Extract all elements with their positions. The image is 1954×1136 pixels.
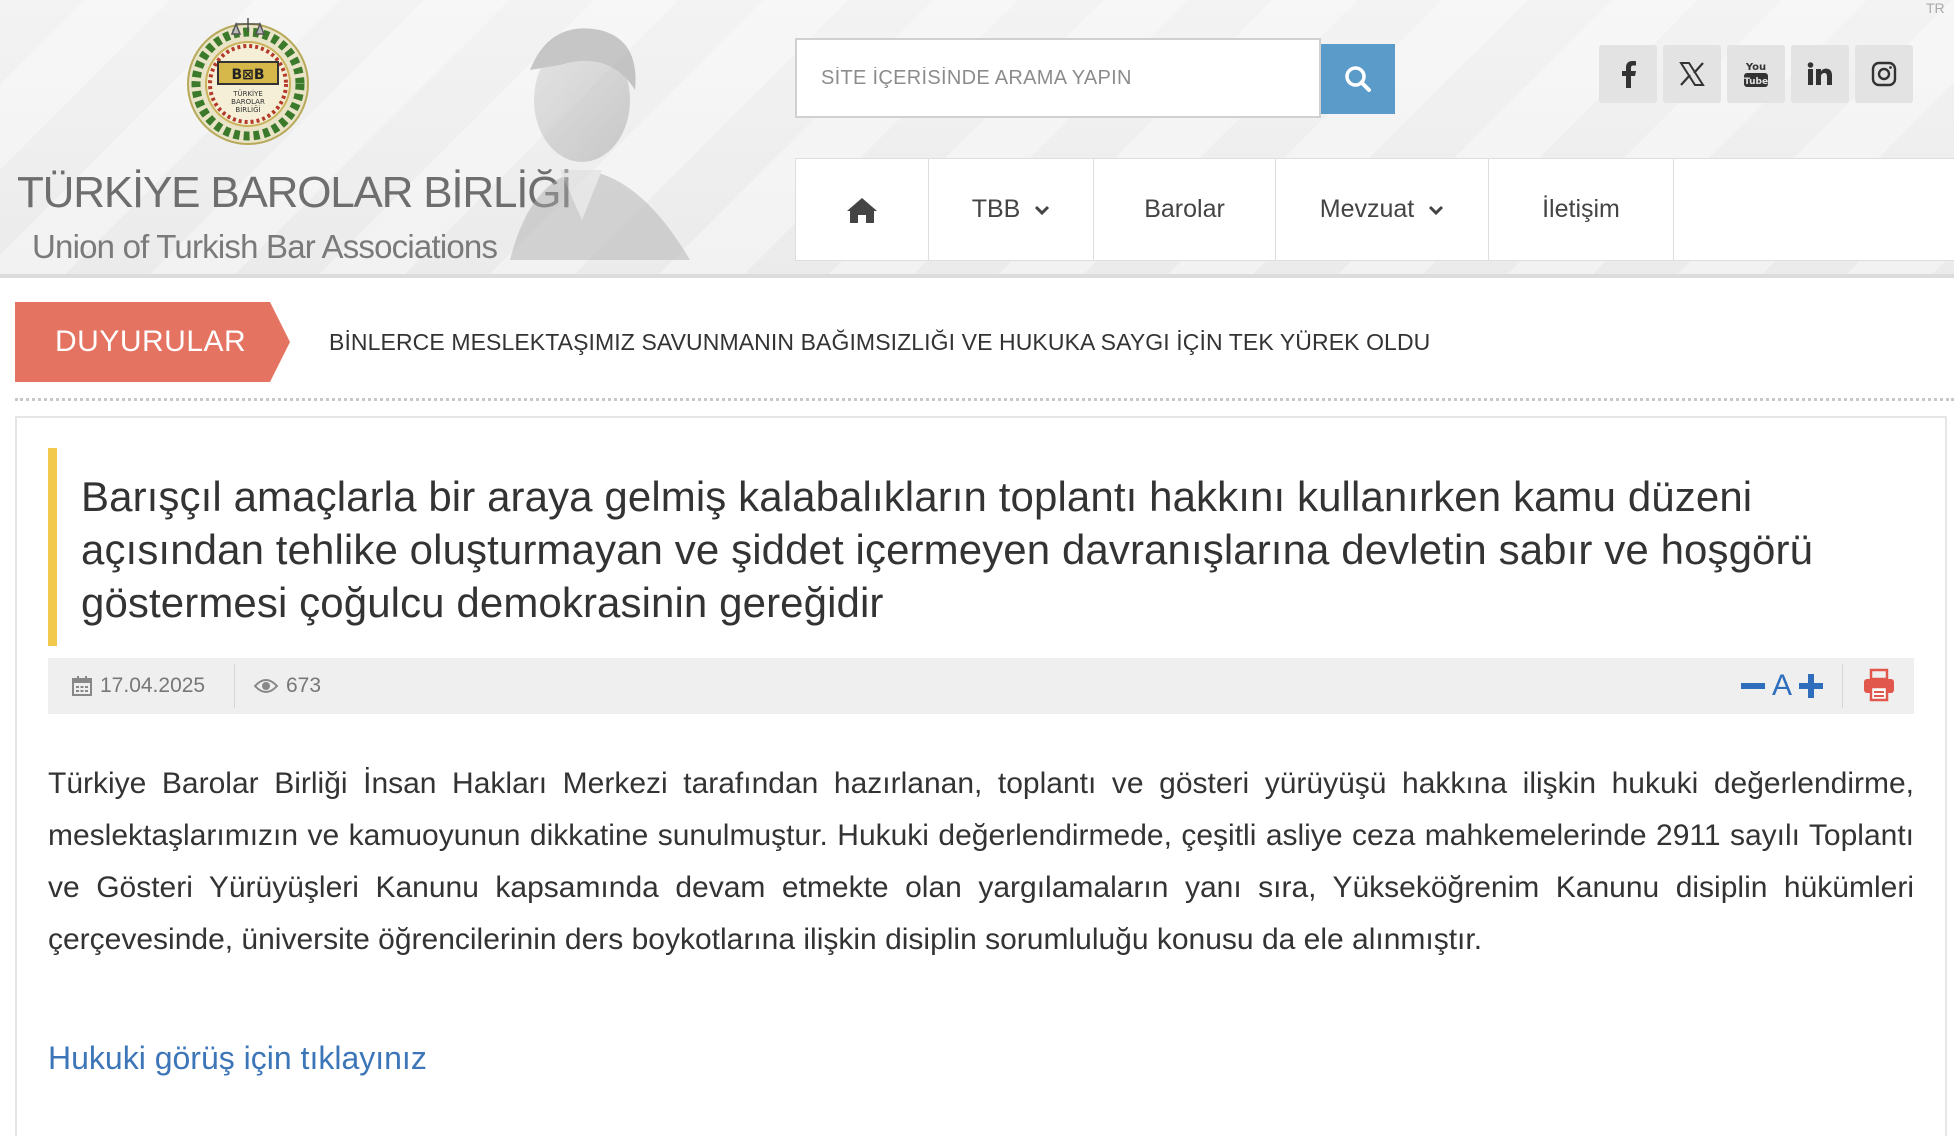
meta-divider: [1842, 664, 1843, 708]
bar-association-emblem: B⊠B TÜRKİYE BAROLAR BİRLİĞİ: [187, 18, 309, 145]
ataturk-portrait: [510, 28, 690, 260]
instagram-icon[interactable]: [1855, 45, 1913, 103]
search-icon: [1345, 66, 1371, 92]
article-card: Barışçıl amaçlarla bir araya gelmiş kala…: [15, 416, 1947, 1136]
main-navigation: TBB Barolar Mevzuat İletişim: [795, 158, 1954, 261]
meta-divider: [234, 664, 235, 708]
youtube-icon[interactable]: You Tube: [1727, 45, 1785, 103]
eye-icon: [254, 679, 278, 693]
article-title: Barışçıl amaçlarla bir araya gelmiş kala…: [81, 473, 1814, 626]
svg-text:Tube: Tube: [1744, 77, 1768, 87]
x-icon[interactable]: [1663, 45, 1721, 103]
nav-barolar-label: Barolar: [1144, 195, 1225, 223]
announcement-tag-arrow: [270, 302, 290, 382]
social-links: You Tube: [1599, 45, 1913, 103]
chevron-down-icon: [1035, 205, 1050, 215]
nav-iletisim-label: İletişim: [1542, 195, 1620, 223]
nav-mevzuat[interactable]: Mevzuat: [1276, 159, 1489, 260]
search-button[interactable]: [1321, 44, 1395, 114]
site-logo[interactable]: B⊠B TÜRKİYE BAROLAR BİRLİĞİ TÜRKİYE BARO…: [14, 10, 573, 265]
dotted-divider: [15, 398, 1954, 401]
article-date: 17.04.2025: [72, 658, 205, 714]
font-size-label: A: [1772, 669, 1793, 702]
home-icon: [847, 197, 877, 223]
article-date-value: 17.04.2025: [100, 674, 206, 697]
brand-name-turkish: TÜRKİYE BAROLAR BİRLİĞİ: [17, 168, 573, 217]
announcement-headline-link[interactable]: BİNLERCE MESLEKTAŞIMIZ SAVUNMANIN BAĞIMS…: [329, 302, 1430, 382]
svg-text:B⊠B: B⊠B: [231, 67, 264, 83]
nav-barolar[interactable]: Barolar: [1094, 159, 1276, 260]
print-button[interactable]: [1862, 668, 1898, 704]
article-body: Türkiye Barolar Birliği İnsan Hakları Me…: [48, 767, 1914, 956]
font-size-controls: A: [1738, 666, 1826, 706]
increase-font-button[interactable]: [1796, 671, 1826, 701]
search-input[interactable]: [797, 40, 1319, 116]
svg-text:You: You: [1745, 62, 1766, 73]
chevron-down-icon: [1429, 205, 1444, 215]
svg-text:TÜRKİYE: TÜRKİYE: [232, 89, 263, 98]
calendar-icon: [72, 676, 92, 696]
svg-text:BAROLAR: BAROLAR: [231, 98, 265, 106]
announcement-bar: DUYURULAR BİNLERCE MESLEKTAŞIMIZ SAVUNMA…: [15, 302, 1954, 382]
svg-text:BİRLİĞİ: BİRLİĞİ: [235, 105, 260, 114]
nav-iletisim[interactable]: İletişim: [1489, 159, 1674, 260]
minus-icon: [1741, 683, 1765, 689]
nav-tbb-label: TBB: [971, 195, 1021, 223]
announcement-tag: DUYURULAR: [15, 302, 270, 382]
article-meta-bar: 17.04.2025 673 A: [48, 658, 1914, 714]
linkedin-icon[interactable]: [1791, 45, 1849, 103]
site-header: B⊠B TÜRKİYE BAROLAR BİRLİĞİ TÜRKİYE BARO…: [0, 0, 1954, 278]
facebook-icon[interactable]: [1599, 45, 1657, 103]
print-icon: [1864, 668, 1894, 702]
article-views: 673: [254, 658, 321, 714]
nav-tbb[interactable]: TBB: [929, 159, 1094, 260]
article-title-block: Barışçıl amaçlarla bir araya gelmiş kala…: [48, 448, 1928, 646]
legal-opinion-link[interactable]: Hukuki görüş için tıklayınız: [48, 1040, 427, 1077]
article-views-value: 673: [286, 674, 322, 697]
nav-home[interactable]: [796, 159, 929, 260]
search-box: [795, 38, 1321, 118]
language-selector[interactable]: TR: [1926, 0, 1954, 16]
plus-icon: [1799, 674, 1824, 698]
nav-mevzuat-label: Mevzuat: [1319, 195, 1415, 223]
decrease-font-button[interactable]: [1738, 671, 1768, 701]
brand-name-english: Union of Turkish Bar Associations: [32, 228, 498, 265]
